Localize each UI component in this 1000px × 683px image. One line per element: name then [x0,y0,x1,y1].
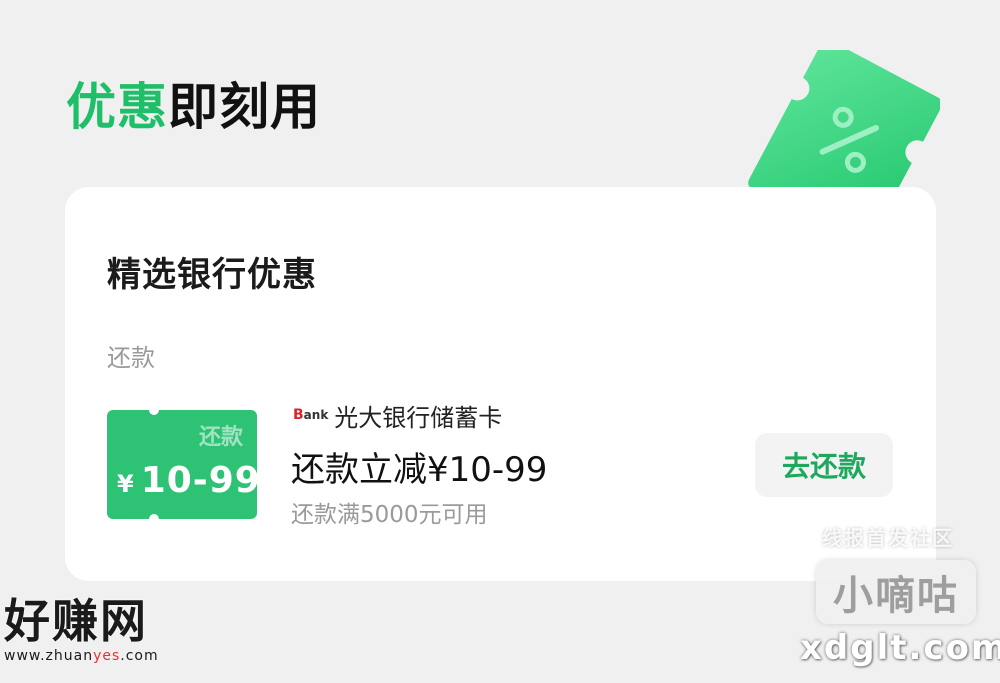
bank-name: 光大银行储蓄卡 [334,403,503,432]
offer-condition: 还款满5000元可用 [291,502,488,528]
coupon-ticket: 还款 ¥10-99 [107,405,260,524]
section-label-repayment: 还款 [107,344,155,372]
coupon-amount-value: 10-99 [140,460,261,501]
watermark-right-caption: 线报首发社区 [822,526,954,550]
page-title: 优惠即刻用 [66,82,321,132]
page-title-accent: 优惠 [66,78,168,136]
watermark-right-url: xdglt.com [800,628,1000,668]
offer-title: 还款立减¥10-99 [291,450,548,490]
watermark-left: 好赚网 www.zhuanyes.com [4,598,194,664]
page-title-rest: 即刻用 [168,78,321,136]
bank-offers-card: 精选银行优惠 还款 还款 ¥10-99 Bank 光大银行储蓄卡 还款立减¥10… [65,187,936,581]
coupon-notch-bottom [149,514,159,524]
coupon-amount: ¥10-99 [117,460,261,501]
go-repay-button[interactable]: 去还款 [755,433,893,497]
bank-logo-icon: Bank [293,407,329,423]
card-title: 精选银行优惠 [107,255,317,295]
watermark-left-url: www.zhuanyes.com [4,648,159,664]
watermark-left-title: 好赚网 [4,594,148,648]
coupon-currency: ¥ [117,470,135,498]
bank-row: Bank 光大银行储蓄卡 [293,398,502,432]
coupon-notch-top [149,405,159,415]
discount-ticket-icon [740,50,940,195]
watermark-right-box: 小嘀咕 [816,560,976,624]
coupon-tag: 还款 [198,425,243,450]
